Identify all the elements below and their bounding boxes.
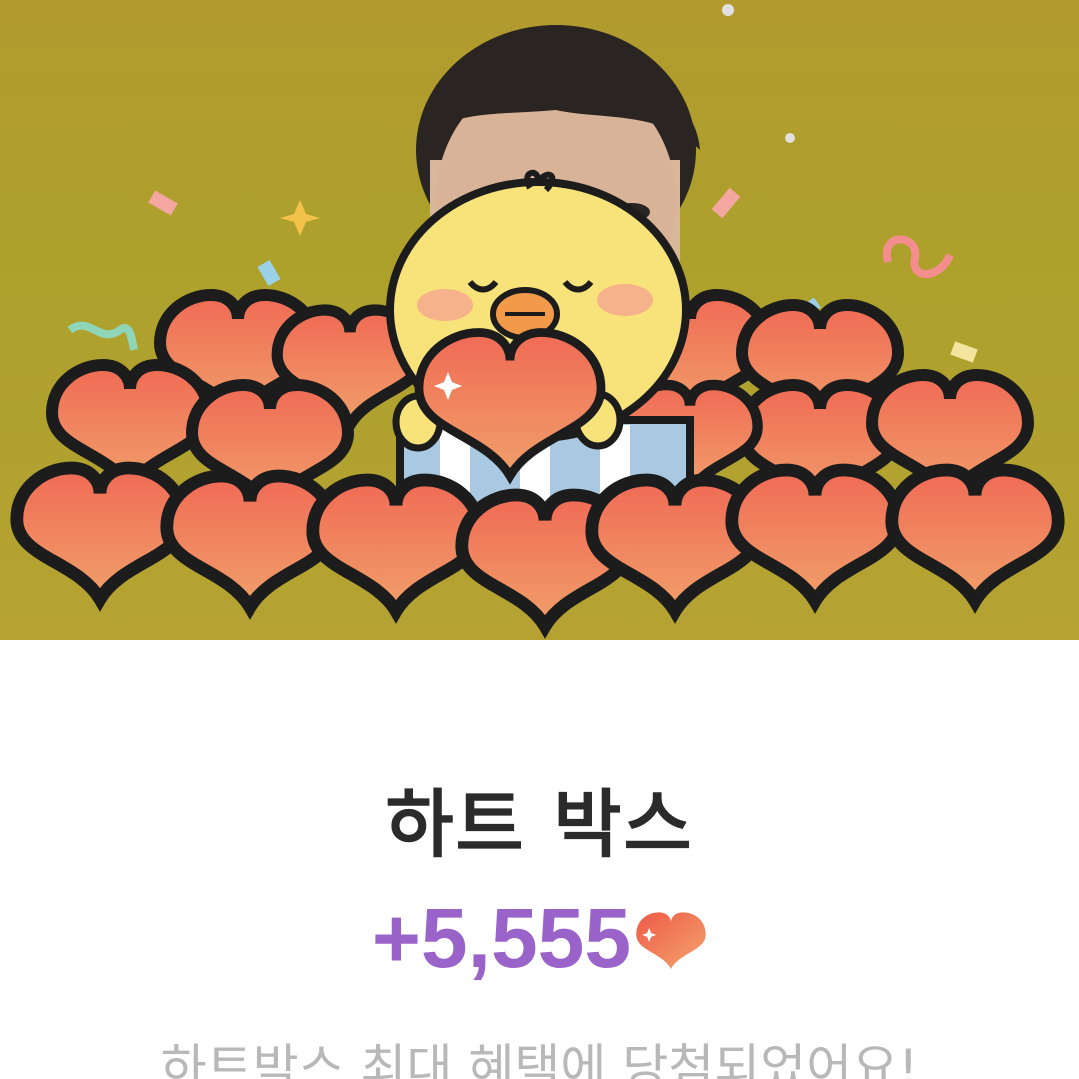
page-title: 하트 박스	[385, 782, 694, 868]
reward-amount: +5,555	[371, 891, 632, 985]
heart-box-illustration	[0, 4, 1079, 700]
prize-message: 하트박스 최대 혜택에 당첨되었어요!	[160, 1039, 919, 1079]
heart-box-screen: 하트 박스 +5,555 하트박스 최대 혜택에 당첨되었어요!	[0, 0, 1079, 1079]
reward-amount-row: +5,555	[0, 890, 1079, 987]
heart-icon	[636, 911, 706, 969]
